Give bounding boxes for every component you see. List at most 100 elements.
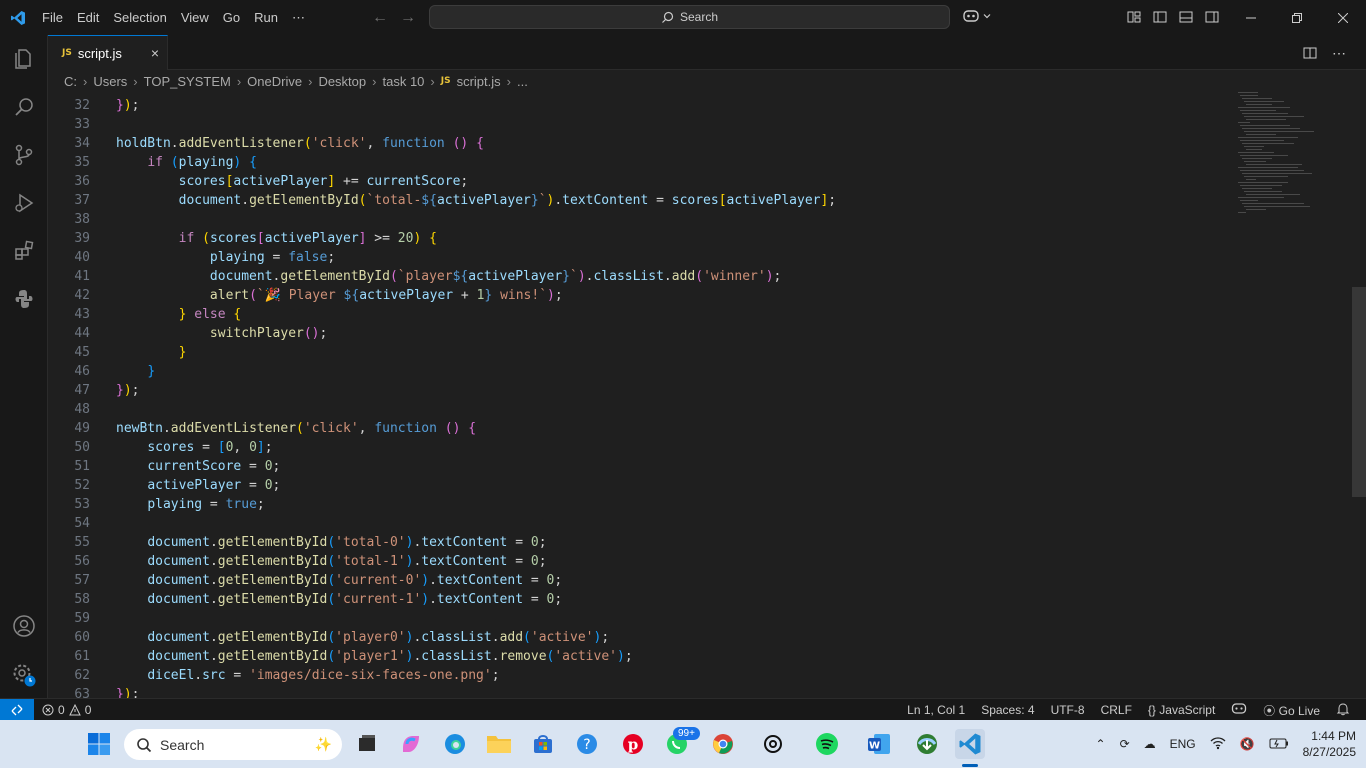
code-line[interactable]: 57 document.getElementById('current-0').… — [48, 571, 1228, 590]
code-line[interactable]: 45 } — [48, 343, 1228, 362]
code-line[interactable]: 54 — [48, 514, 1228, 533]
toggle-primary-sidebar-icon[interactable] — [1152, 9, 1168, 25]
minimap[interactable] — [1238, 92, 1348, 222]
menu-selection[interactable]: Selection — [106, 0, 173, 35]
restore-button[interactable] — [1274, 0, 1320, 35]
crumb-file[interactable]: script.js — [457, 74, 501, 89]
code-line[interactable]: 62 diceEl.src = 'images/dice-six-faces-o… — [48, 666, 1228, 685]
code-line[interactable]: 40 playing = false; — [48, 248, 1228, 267]
code-line[interactable]: 36 scores[activePlayer] += currentScore; — [48, 172, 1228, 191]
crumb-onedrive[interactable]: OneDrive — [247, 74, 302, 89]
start-button[interactable] — [84, 729, 114, 759]
menu-run[interactable]: Run — [247, 0, 285, 35]
crumb-drive[interactable]: C: — [64, 74, 77, 89]
code-line[interactable]: 56 document.getElementById('total-1').te… — [48, 552, 1228, 571]
code-editor[interactable]: 32}); 33 34 holdBtn.addEventListener('click… — [48, 92, 1366, 698]
taskbar-store[interactable] — [528, 729, 558, 759]
command-center-search[interactable]: Search — [429, 5, 950, 29]
code-line[interactable]: 43 } else { — [48, 305, 1228, 324]
menu-file[interactable]: File — [35, 0, 70, 35]
code-line[interactable]: 63}); — [48, 685, 1228, 699]
crumb-symbol[interactable]: ... — [517, 74, 528, 89]
crumb-desktop[interactable]: Desktop — [318, 74, 366, 89]
code-line[interactable]: 53 playing = true; — [48, 495, 1228, 514]
customize-layout-icon[interactable] — [1126, 9, 1142, 25]
taskbar-vscode[interactable] — [955, 729, 985, 759]
code-line[interactable]: 38 — [48, 210, 1228, 229]
taskbar-download-manager[interactable] — [912, 729, 942, 759]
indentation[interactable]: Spaces: 4 — [981, 703, 1034, 717]
code-line[interactable]: 52 activePlayer = 0; — [48, 476, 1228, 495]
taskbar-search[interactable]: Search ✨ — [124, 729, 342, 760]
taskbar-chrome[interactable] — [708, 729, 738, 759]
onedrive-cloud-icon[interactable]: ☁ — [1144, 737, 1156, 751]
python-button[interactable] — [0, 275, 48, 323]
code-line[interactable]: 50 scores = [0, 0]; — [48, 438, 1228, 457]
editor-scrollbar[interactable] — [1352, 287, 1366, 497]
taskbar-file-explorer[interactable] — [484, 729, 514, 759]
accounts-button[interactable] — [0, 602, 48, 650]
code-line[interactable]: 42 alert(`🎉 Player ${activePlayer + 1} w… — [48, 286, 1228, 305]
code-line[interactable]: 37 document.getElementById(`total-${acti… — [48, 191, 1228, 210]
taskbar-pinterest[interactable]: p — [618, 729, 648, 759]
code-line[interactable]: 41 document.getElementById(`player${acti… — [48, 267, 1228, 286]
taskbar-quick-assist[interactable]: ? — [572, 729, 602, 759]
code-line[interactable]: 55 document.getElementById('total-0').te… — [48, 533, 1228, 552]
more-actions-icon[interactable]: ⋯ — [1332, 45, 1346, 62]
cursor-position[interactable]: Ln 1, Col 1 — [907, 703, 965, 717]
code-line[interactable]: 49 newBtn.addEventListener('click', funct… — [48, 419, 1228, 438]
taskbar-spotify[interactable] — [812, 729, 842, 759]
explorer-button[interactable] — [0, 35, 48, 83]
line-endings[interactable]: CRLF — [1101, 703, 1132, 717]
minimize-button[interactable] — [1228, 0, 1274, 35]
code-line[interactable]: 33 — [48, 115, 1228, 134]
menu-more[interactable]: ⋯ — [285, 0, 312, 35]
language-mode[interactable]: {} JavaScript — [1148, 703, 1215, 717]
volume-muted-icon[interactable]: 🔇 — [1240, 737, 1255, 751]
menu-view[interactable]: View — [174, 0, 216, 35]
extensions-button[interactable] — [0, 227, 48, 275]
crumb-folder[interactable]: task 10 — [382, 74, 424, 89]
menu-go[interactable]: Go — [216, 0, 247, 35]
code-line[interactable]: 44 switchPlayer(); — [48, 324, 1228, 343]
code-line[interactable]: 51 currentScore = 0; — [48, 457, 1228, 476]
close-window-button[interactable] — [1320, 0, 1366, 35]
code-line[interactable]: 35 if (playing) { — [48, 153, 1228, 172]
crumb-users[interactable]: Users — [93, 74, 127, 89]
notifications-bell-icon[interactable] — [1336, 702, 1350, 719]
split-editor-icon[interactable] — [1302, 45, 1318, 61]
go-live-button[interactable]: ⦿ Go Live — [1263, 702, 1320, 719]
copilot-status-icon[interactable] — [1231, 702, 1247, 719]
menu-edit[interactable]: Edit — [70, 0, 106, 35]
taskbar-chatgpt[interactable] — [758, 729, 788, 759]
taskbar-task-view[interactable] — [352, 729, 382, 759]
code-line[interactable]: 48 — [48, 400, 1228, 419]
battery-icon[interactable] — [1269, 737, 1289, 752]
code-line[interactable]: 39 if (scores[activePlayer] >= 20) { — [48, 229, 1228, 248]
wifi-icon[interactable] — [1210, 736, 1226, 753]
code-line[interactable]: 60 document.getElementById('player0').cl… — [48, 628, 1228, 647]
tab-close-icon[interactable]: × — [151, 45, 159, 61]
crumb-user[interactable]: TOP_SYSTEM — [144, 74, 231, 89]
code-line[interactable]: 59 — [48, 609, 1228, 628]
taskbar-copilot[interactable] — [396, 729, 426, 759]
show-hidden-icons-chevron-up-icon[interactable]: ⌃ — [1096, 737, 1106, 751]
back-arrow-icon[interactable]: ← — [372, 9, 388, 27]
code-line[interactable]: 46 } — [48, 362, 1228, 381]
code-line[interactable]: 58 document.getElementById('current-1').… — [48, 590, 1228, 609]
code-line[interactable]: 61 document.getElementById('player1').cl… — [48, 647, 1228, 666]
tab-script-js[interactable]: JS script.js × — [48, 35, 168, 70]
source-control-button[interactable] — [0, 131, 48, 179]
problems-status[interactable]: 0 0 — [42, 703, 91, 717]
code-line[interactable]: 47}); — [48, 381, 1228, 400]
input-language[interactable]: ENG — [1170, 737, 1196, 751]
toggle-secondary-sidebar-icon[interactable] — [1204, 9, 1220, 25]
code-line[interactable]: 34 holdBtn.addEventListener('click', func… — [48, 134, 1228, 153]
encoding[interactable]: UTF-8 — [1051, 703, 1085, 717]
sync-icon[interactable]: ⟳ — [1120, 737, 1130, 751]
taskbar-word[interactable]: W — [864, 729, 894, 759]
clock[interactable]: 1:44 PM 8/27/2025 — [1303, 728, 1356, 760]
search-view-button[interactable] — [0, 83, 48, 131]
taskbar-edge[interactable] — [440, 729, 470, 759]
manage-button[interactable] — [0, 651, 48, 699]
